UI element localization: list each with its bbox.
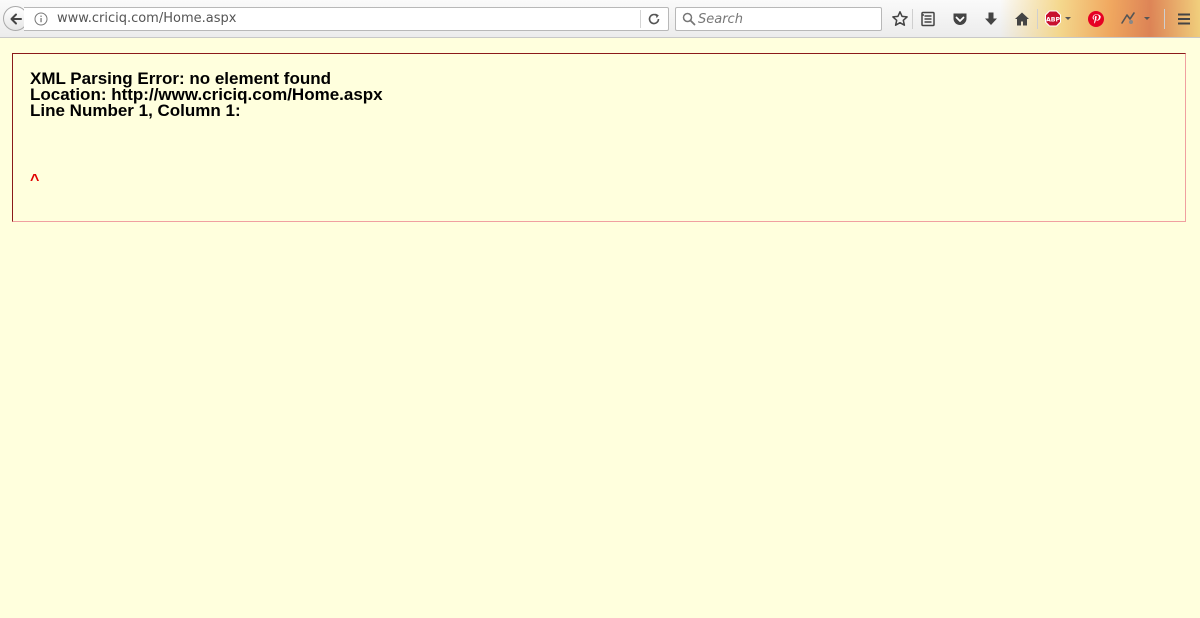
error-message: XML Parsing Error: no element found Loca…	[30, 70, 383, 120]
search-icon	[682, 12, 696, 26]
url-divider	[640, 10, 641, 28]
home-icon	[1015, 12, 1029, 26]
download-button[interactable]	[980, 8, 1002, 30]
reload-button[interactable]	[643, 9, 665, 29]
menu-button[interactable]	[1173, 8, 1195, 30]
reading-list-icon	[921, 11, 935, 27]
address-bar[interactable]: www.criciq.com/Home.aspx	[24, 7, 669, 31]
reading-list-button[interactable]	[917, 8, 939, 30]
bookmark-star-button[interactable]	[889, 8, 911, 30]
extension-icon	[1121, 12, 1150, 24]
download-icon	[985, 12, 997, 25]
pinterest-icon	[1088, 11, 1104, 27]
xml-error-box: XML Parsing Error: no element found Loca…	[12, 53, 1186, 222]
pocket-icon	[953, 13, 967, 26]
adblock-icon: ABP	[1045, 10, 1071, 27]
pinterest-button[interactable]	[1085, 8, 1107, 30]
browser-toolbar: www.criciq.com/Home.aspx Search ABP	[0, 0, 1200, 38]
search-input[interactable]	[696, 10, 878, 28]
menu-icon	[1178, 13, 1190, 25]
pocket-button[interactable]	[949, 8, 971, 30]
star-icon	[892, 11, 908, 26]
adblock-label: ABP	[1046, 16, 1061, 23]
error-caret-marker: ^	[30, 172, 40, 190]
adblock-button[interactable]: ABP	[1044, 8, 1076, 30]
url-text[interactable]: www.criciq.com/Home.aspx	[57, 11, 236, 27]
reload-icon	[648, 13, 660, 25]
toolbar-separator	[1037, 9, 1038, 29]
toolbar-separator	[1164, 9, 1165, 29]
home-button[interactable]	[1011, 8, 1033, 30]
error-line-column: Line Number 1, Column 1:	[30, 101, 241, 120]
extension-button[interactable]	[1118, 8, 1158, 30]
back-arrow-icon	[10, 13, 22, 24]
info-icon[interactable]	[34, 12, 48, 26]
search-bar[interactable]	[675, 7, 882, 31]
toolbar-separator	[912, 9, 913, 29]
